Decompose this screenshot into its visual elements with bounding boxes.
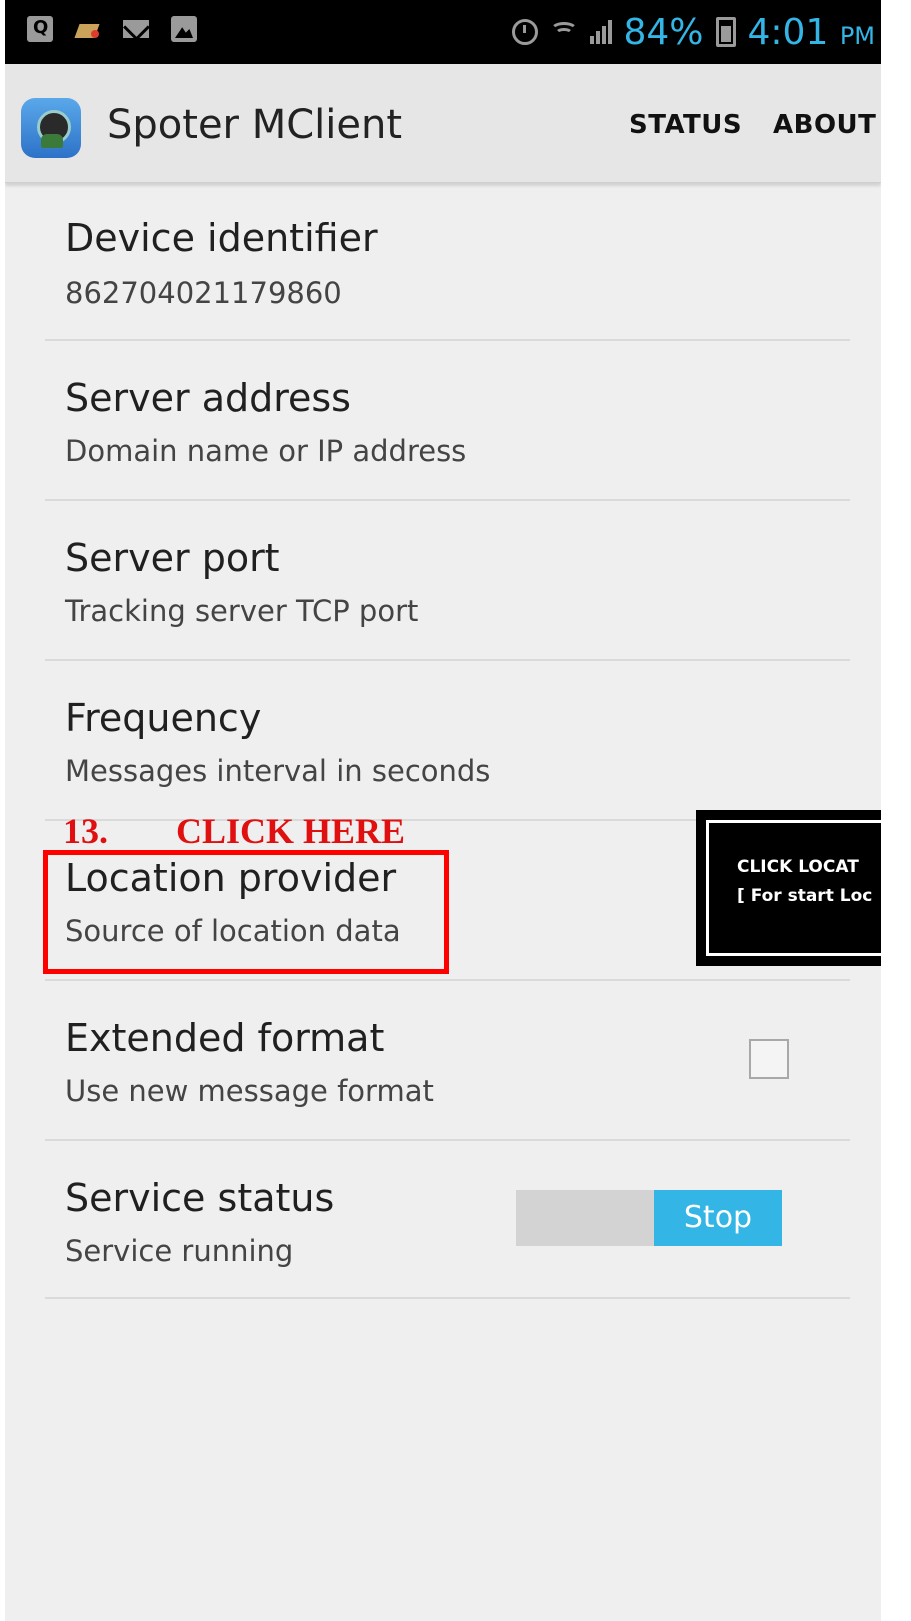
stop-button[interactable]: Stop <box>654 1190 782 1246</box>
pref-device-identifier[interactable]: Device identifier 862704021179860 <box>45 200 850 340</box>
divider <box>45 1297 850 1299</box>
pref-summary: 862704021179860 <box>65 276 342 310</box>
paint-brush-icon <box>75 16 101 42</box>
pref-title: Server port <box>65 536 280 580</box>
callout-border: CLICK LOCAT [ For start Loc <box>706 820 881 956</box>
action-bar: Spoter MClient STATUS ABOUT <box>5 64 881 183</box>
spoter-app-icon[interactable] <box>21 98 81 158</box>
pref-title: Frequency <box>65 696 262 740</box>
clock-time: 4:01 <box>747 11 829 53</box>
image-icon <box>171 16 197 42</box>
pref-server-port[interactable]: Server port Tracking server TCP port <box>45 520 850 660</box>
signal-icon <box>589 20 612 44</box>
clock-suffix: PM <box>839 21 875 50</box>
pref-title: Device identifier <box>65 216 378 260</box>
system-status: 84% 4:01 PM <box>511 0 875 64</box>
divider <box>45 339 850 341</box>
pref-frequency[interactable]: Frequency Messages interval in seconds <box>45 680 850 820</box>
pref-title: Service status <box>65 1176 335 1220</box>
pref-summary: Service running <box>65 1234 294 1268</box>
divider <box>45 1139 850 1141</box>
battery-percent: 84% <box>623 11 704 53</box>
mail-icon <box>123 16 149 42</box>
annotation-step-number: 13. <box>63 811 108 851</box>
pref-title: Extended format <box>65 1016 385 1060</box>
pref-summary: Tracking server TCP port <box>65 594 419 628</box>
pref-server-address[interactable]: Server address Domain name or IP address <box>45 360 850 500</box>
wifi-icon <box>549 20 578 44</box>
callout-line-1: CLICK LOCAT <box>737 857 859 877</box>
android-screen: 84% 4:01 PM Spoter MClient STATUS ABOUT … <box>5 0 881 1621</box>
pref-extended-format[interactable]: Extended format Use new message format <box>45 1000 850 1140</box>
annotation-callout: CLICK LOCAT [ For start Loc <box>696 810 881 966</box>
service-toggle[interactable]: Stop <box>516 1190 782 1246</box>
status-button[interactable]: STATUS <box>629 110 742 140</box>
status-bar: 84% 4:01 PM <box>5 0 881 64</box>
callout-line-2: [ For start Loc <box>737 886 873 906</box>
alarm-icon <box>511 19 538 45</box>
about-button[interactable]: ABOUT <box>773 110 876 140</box>
divider <box>45 979 850 981</box>
app-title: Spoter MClient <box>107 102 403 148</box>
divider <box>45 659 850 661</box>
pref-summary: Use new message format <box>65 1074 434 1108</box>
pref-title: Server address <box>65 376 351 420</box>
q-app-icon <box>27 16 53 42</box>
notification-icons <box>27 16 197 42</box>
annotation-highlight-box <box>43 850 449 974</box>
callout-text: CLICK LOCAT [ For start Loc <box>737 853 872 911</box>
pref-summary: Domain name or IP address <box>65 434 467 468</box>
extended-format-checkbox[interactable] <box>749 1039 789 1079</box>
divider <box>45 499 850 501</box>
battery-icon <box>715 17 736 47</box>
pref-summary: Messages interval in seconds <box>65 754 491 788</box>
clock: 4:01 PM <box>748 12 875 53</box>
annotation-step-label: 13. CLICK HERE <box>63 810 405 852</box>
annotation-instruction: CLICK HERE <box>176 811 406 851</box>
